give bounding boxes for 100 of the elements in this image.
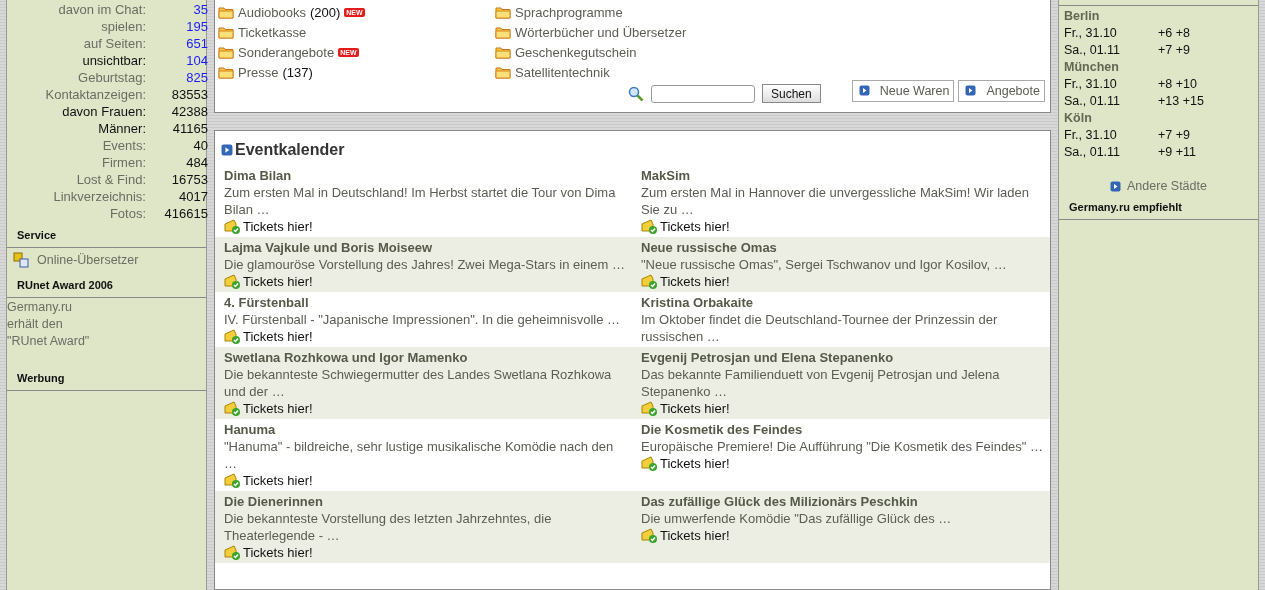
stat-label: davon Frauen: [61,103,146,120]
stat-value: 4017 [178,188,209,205]
stat-label: unsichtbar: [81,52,146,69]
event-description: Die glamouröse Vorstellung des Jahres! Zwei Mega-Stars in einem … [224,256,626,273]
event-description: Zum ersten Mal in Deutschland! Im Herbst startet die Tour von Dima Bilan … [224,184,617,218]
ticket-icon [224,472,241,489]
temperature: +6 +8 [1158,25,1190,42]
forecast-date: Fr., 31.10 [1064,76,1118,93]
stat-link[interactable]: 195 [154,18,212,35]
event-title[interactable]: Kristina Orbakaite [641,294,1046,311]
search-field[interactable] [651,84,755,103]
stat-link[interactable]: 825 [154,69,212,86]
translator-link[interactable]: Online-Übersetzer [37,253,139,267]
stat-value: 16753 [170,171,209,188]
event-title[interactable]: Hanuma [224,421,628,438]
category-link[interactable]: Sprachprogramme [515,4,623,20]
shop-link-button[interactable]: Neue Waren [851,79,955,102]
stat-value: 416615 [163,205,209,222]
folder-icon [218,25,234,39]
event-description: "Neue russische Omas", Sergei Tschwanov und Igor Kosilov, … [641,256,1008,273]
stat-label: auf Seiten: [82,35,146,52]
category-link[interactable]: Satellitentechnik [515,64,610,80]
section-heading: Germany.ru empfiehlt [1068,200,1183,215]
category-link[interactable]: Audiobooks [238,4,306,20]
stat-link[interactable]: 35 [154,1,212,18]
tickets-link[interactable]: Tickets hier! [660,218,730,235]
stat-link[interactable]: 104 [154,52,212,69]
ticket-icon [224,400,241,417]
section-title: Eventkalender [235,141,345,159]
tickets-link[interactable]: Tickets hier! [660,527,730,544]
ticket-icon [224,218,241,235]
event-description: Die umwerfende Komödie "Das zufällige Glück des … [641,510,953,527]
stat-label: Events: [101,137,146,154]
event-description: "Hanuma" - bildreiche, sehr lustige musikalische Komödie nach den … [224,438,615,472]
event-title[interactable]: Das zufällige Glück des Milizionärs Peschkin [641,493,1046,510]
forecast-date: Sa., 01.11 [1064,42,1122,59]
city-name: Köln [1064,110,1093,127]
event-title[interactable]: Dima Bilan [224,167,628,184]
event-title[interactable]: 4. Fürstenball [224,294,628,311]
tickets-link[interactable]: Tickets hier! [243,218,313,235]
temperature: +8 +10 [1158,76,1197,93]
tickets-link[interactable]: Tickets hier! [660,400,730,417]
ticket-icon [641,273,658,290]
shop-link-button[interactable]: Angebote [958,79,1045,102]
city-name: Berlin [1064,8,1101,25]
category-link[interactable]: Wörterbücher und Übersetzer [515,24,687,40]
event-description: Im Oktober findet die Deutschland-Tournee der Prinzessin der russischen … [641,311,999,345]
stat-label: Linkverzeichnis: [52,188,146,205]
award-text: "RUnet Award" [7,333,91,350]
tickets-link[interactable]: Tickets hier! [660,273,730,290]
category-count: (137) [282,64,313,80]
event-title[interactable]: Neue russische Omas [641,239,1046,256]
folder-icon [495,45,511,59]
forecast-date: Fr., 31.10 [1064,127,1118,144]
event-description: Zum ersten Mal in Hannover die unvergessliche MakSim! Wir laden Sie zu … [641,184,1030,218]
ticket-icon [641,218,658,235]
stat-value: 40 [192,137,209,154]
event-title[interactable]: Evgenij Petrosjan und Elena Stepanenko [641,349,1046,366]
stat-value: 83553 [170,86,209,103]
folder-icon [218,45,234,59]
stat-label: Geburtstag: [77,69,146,86]
tickets-link[interactable]: Tickets hier! [660,455,730,472]
event-description: IV. Fürstenball - "Japanische Impressionen". In die geheimnisvolle … [224,311,622,328]
event-title[interactable]: MakSim [641,167,1046,184]
ticket-icon [641,400,658,417]
folder-icon [495,25,511,39]
other-cities-link[interactable]: Andere Städte [1127,179,1207,193]
tickets-link[interactable]: Tickets hier! [243,472,313,489]
tickets-link[interactable]: Tickets hier! [243,400,313,417]
city-name: München [1064,59,1120,76]
temperature: +13 +15 [1158,93,1204,110]
category-link[interactable]: Geschenkegutschein [515,44,637,60]
tickets-link[interactable]: Tickets hier! [243,273,313,290]
stat-value: 42388 [170,103,209,120]
event-title[interactable]: Swetlana Rozhkowa und Igor Mamenko [224,349,628,366]
folder-icon [218,5,234,19]
stat-link[interactable]: 651 [154,35,212,52]
event-title[interactable]: Lajma Vajkule und Boris Moiseew [224,239,628,256]
category-link[interactable]: Ticketkasse [238,24,307,40]
folder-icon [495,65,511,79]
event-title[interactable]: Die Dienerinnen [224,493,628,510]
temperature: +9 +11 [1158,144,1196,161]
tickets-link[interactable]: Tickets hier! [243,544,313,561]
temperature: +7 +9 [1158,42,1190,59]
category-link[interactable]: Presse [238,64,279,80]
stat-label: Kontaktanzeigen: [44,86,146,103]
stat-label: Lost & Find: [75,171,146,188]
forecast-date: Sa., 01.11 [1064,144,1122,161]
tickets-link[interactable]: Tickets hier! [243,328,313,345]
category-link[interactable]: Sonderangebote [238,44,335,60]
event-description: Europäische Premiere! Die Aufführung "Die Kosmetik des Feindes" … [641,438,1045,455]
award-text: erhält den [7,316,64,333]
forecast-date: Sa., 01.11 [1064,93,1122,110]
event-description: Die bekannteste Schwiegermutter des Landes Swetlana Rozhkowa und der … [224,366,613,400]
event-description: Das bekannte Familienduett von Evgenij Petrosjan und Jelena Stepanenko … [641,366,1001,400]
event-title[interactable]: Die Kosmetik des Feindes [641,421,1046,438]
event-description: Die bekannteste Vorstellung des letzten Jahrzehntes, die Theaterlegende - … [224,510,553,544]
folder-icon [218,65,234,79]
stat-label: spielen: [100,18,146,35]
search-button[interactable]: Suchen [762,84,821,103]
